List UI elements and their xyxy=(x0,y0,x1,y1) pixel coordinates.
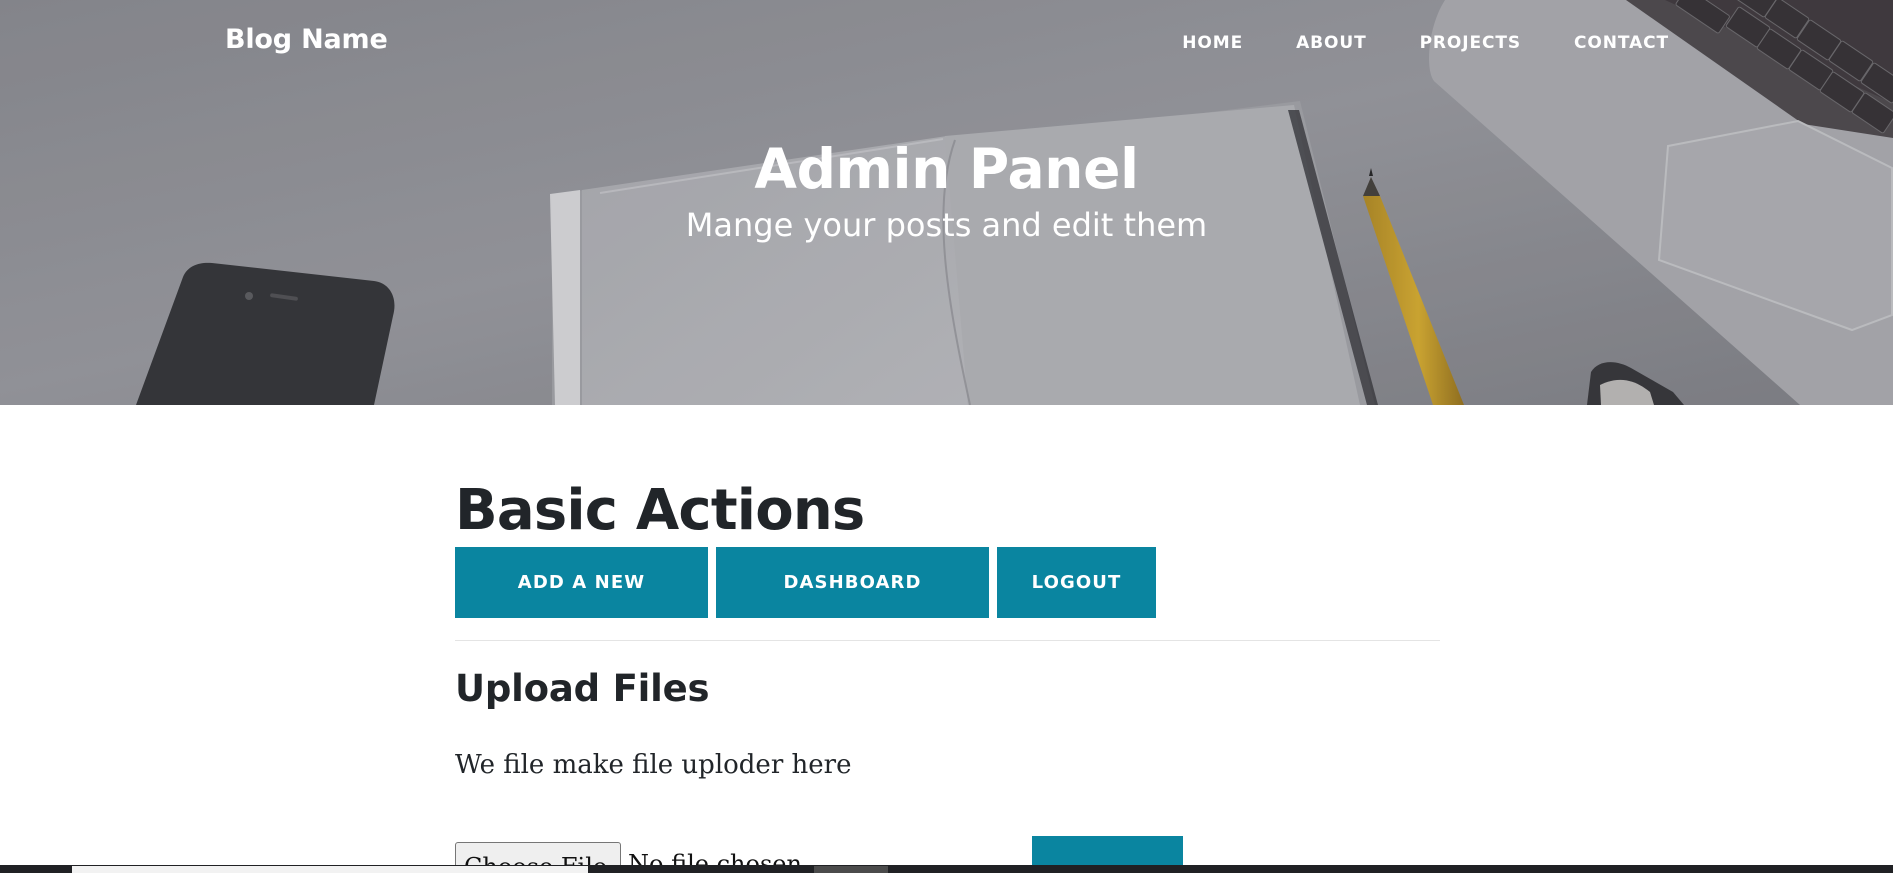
dashboard-home-button[interactable]: DASHBOARD HOME xyxy=(716,547,989,664)
admin-content: Basic Actions ADD A NEW POST DASHBOARD H… xyxy=(455,405,1440,873)
basic-actions-buttons: ADD A NEW POST DASHBOARD HOME LOGOUT xyxy=(455,547,1156,664)
section-divider xyxy=(455,640,1440,641)
upload-description: We file make file uploder here xyxy=(455,750,852,780)
admin-panel-page: Blog Name HOME ABOUT PROJECTS CONTACT Ad… xyxy=(0,0,1893,873)
logout-button[interactable]: LOGOUT xyxy=(997,547,1156,618)
brand-logo-link[interactable]: Blog Name xyxy=(225,24,388,55)
hero-header: Blog Name HOME ABOUT PROJECTS CONTACT Ad… xyxy=(0,0,1893,405)
hero-subtitle: Mange your posts and edit them xyxy=(685,206,1208,244)
top-navigation: Blog Name HOME ABOUT PROJECTS CONTACT xyxy=(0,0,1893,88)
basic-actions-title: Basic Actions xyxy=(455,478,865,543)
hero-title: Admin Panel xyxy=(754,137,1139,201)
nav-contact-link[interactable]: CONTACT xyxy=(1574,33,1669,53)
nav-links: HOME ABOUT PROJECTS CONTACT xyxy=(1182,33,1669,53)
nav-home-link[interactable]: HOME xyxy=(1182,33,1243,53)
bottom-system-bar xyxy=(0,865,1893,873)
nav-projects-link[interactable]: PROJECTS xyxy=(1420,33,1521,53)
add-new-post-button[interactable]: ADD A NEW POST xyxy=(455,547,708,664)
upload-files-title: Upload Files xyxy=(455,667,710,710)
bottom-bar-light-segment xyxy=(72,866,588,873)
hero-copy: Admin Panel Mange your posts and edit th… xyxy=(0,134,1893,246)
bottom-bar-mid-segment xyxy=(814,866,888,873)
nav-about-link[interactable]: ABOUT xyxy=(1296,33,1366,53)
